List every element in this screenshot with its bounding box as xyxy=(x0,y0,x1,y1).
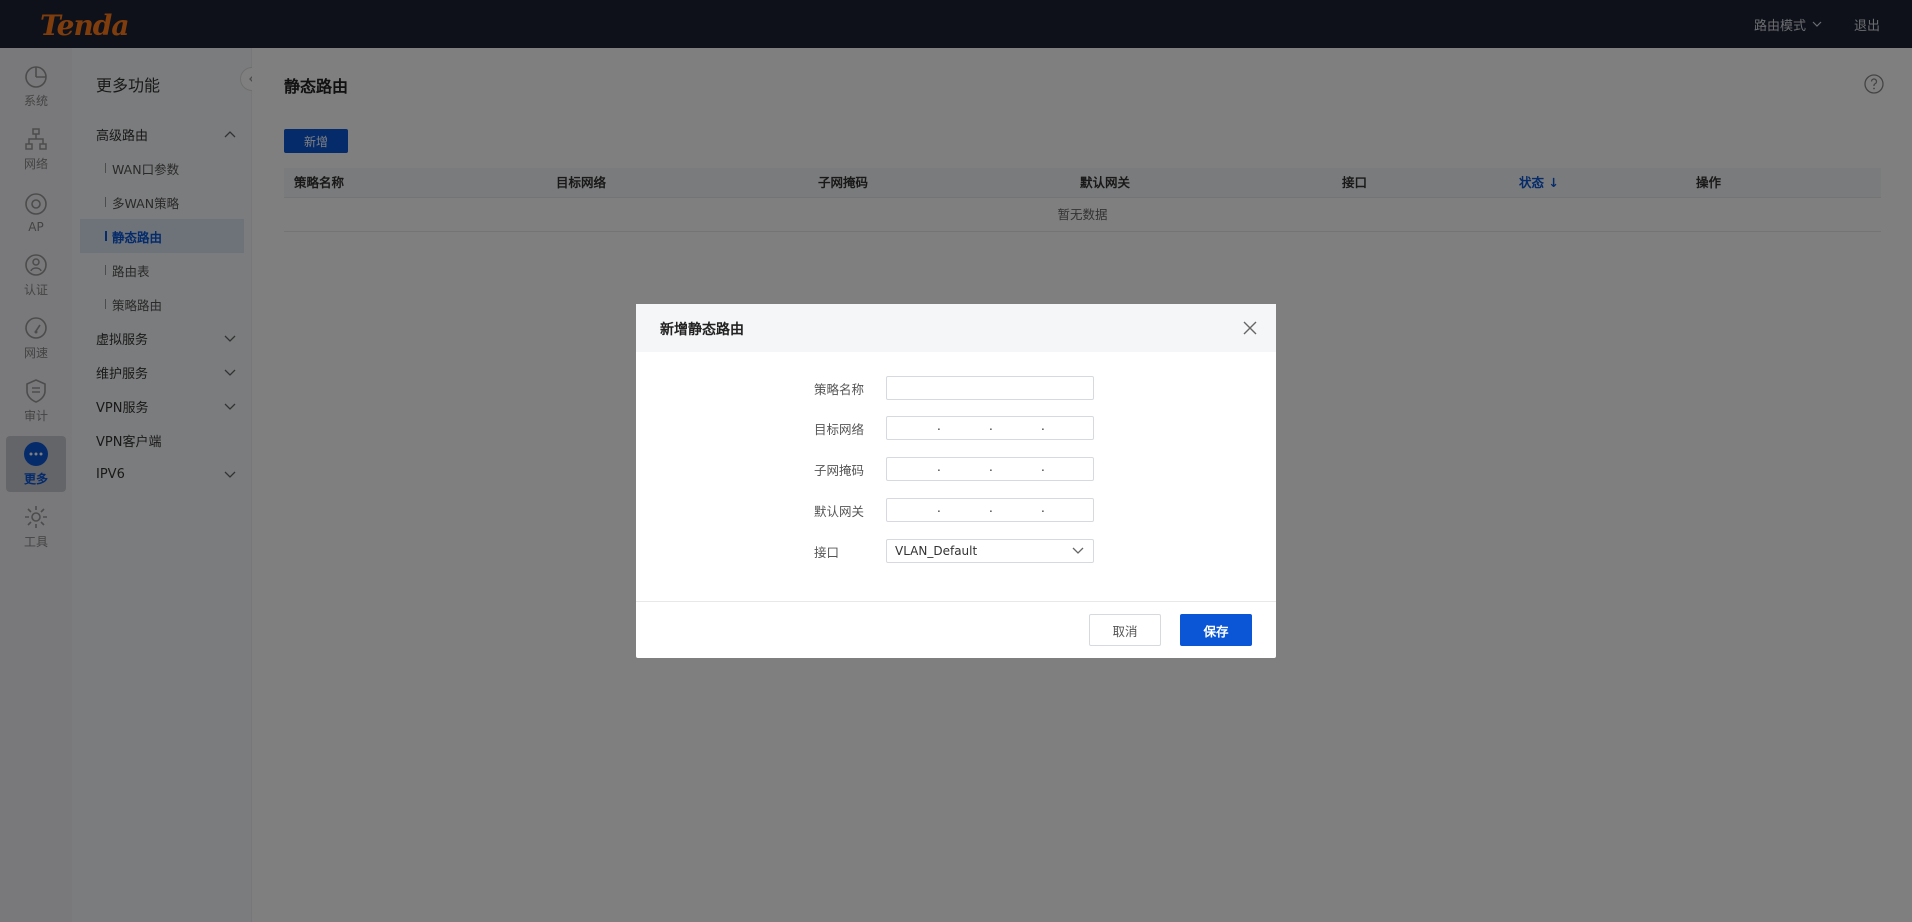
ip-octet-input[interactable] xyxy=(1043,417,1095,439)
ip-octet-input[interactable] xyxy=(887,499,939,521)
cancel-button[interactable]: 取消 xyxy=(1089,614,1161,646)
dialog-header: 新增静态路由 xyxy=(636,304,1276,352)
ip-dot: . xyxy=(989,460,993,474)
ip-octet-input[interactable] xyxy=(939,499,991,521)
dialog-title: 新增静态路由 xyxy=(660,322,744,338)
chevron-down-icon xyxy=(1072,547,1084,554)
ip-octet-input[interactable] xyxy=(887,417,939,439)
gateway-label: 默认网关 xyxy=(814,504,865,519)
subnet-mask-ip-input: . . . xyxy=(886,457,1095,481)
save-button[interactable]: 保存 xyxy=(1180,614,1252,646)
interface-label: 接口 xyxy=(814,545,840,560)
form-row-interface: 接口 VLAN_Default xyxy=(636,539,1276,563)
form-row-target-network: 目标网络 . . . xyxy=(636,416,1276,440)
ip-dot: . xyxy=(989,419,993,433)
ip-octet-input[interactable] xyxy=(939,417,991,439)
ip-octet-input[interactable] xyxy=(991,417,1043,439)
gateway-ip-input: . . . xyxy=(886,498,1095,522)
ip-dot: . xyxy=(1041,460,1045,474)
close-icon[interactable] xyxy=(1242,320,1258,336)
form-row-policy-name: 策略名称 xyxy=(636,376,1276,400)
ip-dot: . xyxy=(937,460,941,474)
ip-octet-input[interactable] xyxy=(991,458,1043,480)
ip-octet-input[interactable] xyxy=(991,499,1043,521)
target-network-ip-input: . . . xyxy=(886,416,1095,440)
ip-dot: . xyxy=(1041,501,1045,515)
ip-octet-input[interactable] xyxy=(1043,458,1095,480)
ip-octet-input[interactable] xyxy=(939,458,991,480)
form-row-gateway: 默认网关 . . . xyxy=(636,498,1276,522)
form-row-subnet-mask: 子网掩码 . . . xyxy=(636,457,1276,481)
target-network-label: 目标网络 xyxy=(814,422,865,437)
ip-octet-input[interactable] xyxy=(1043,499,1095,521)
ip-dot: . xyxy=(1041,419,1045,433)
policy-name-input[interactable] xyxy=(886,376,1094,400)
policy-name-label: 策略名称 xyxy=(814,382,865,397)
ip-dot: . xyxy=(937,419,941,433)
ip-dot: . xyxy=(937,501,941,515)
subnet-mask-label: 子网掩码 xyxy=(814,463,865,478)
ip-octet-input[interactable] xyxy=(887,458,939,480)
ip-dot: . xyxy=(989,501,993,515)
dialog-footer-divider xyxy=(636,601,1276,602)
add-static-route-dialog: 新增静态路由 策略名称 目标网络 . . . 子网掩码 . . . 默认网关 .… xyxy=(636,304,1276,658)
interface-select[interactable]: VLAN_Default xyxy=(886,539,1094,563)
interface-selected-value: VLAN_Default xyxy=(895,544,978,558)
